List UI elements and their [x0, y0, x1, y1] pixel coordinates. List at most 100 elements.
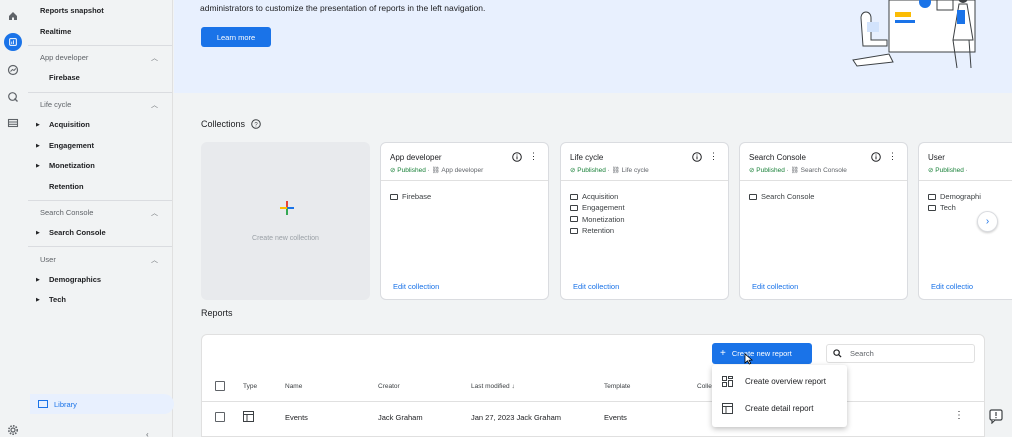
collection-card-app-developer[interactable]: App developer ⋮ ⊘ Published · ⛓ App deve… — [380, 142, 549, 300]
expand-arrow-icon[interactable]: ▶ — [36, 143, 40, 149]
collection-card-search-console[interactable]: Search Console ⋮ ⊘ Published · ⛓ Search … — [739, 142, 908, 300]
nav-item-monetization[interactable]: Monetization — [49, 161, 95, 170]
chevron-up-icon[interactable]: ︿ — [151, 208, 158, 218]
info-icon[interactable] — [871, 152, 881, 162]
folder-item: Retention — [570, 225, 625, 236]
menu-item-create-overview-report[interactable]: Create overview report — [712, 368, 847, 395]
collection-status: ⊘ Published · ⛓ Search Console — [749, 167, 847, 174]
folder-icon — [928, 204, 936, 211]
edit-collection-link[interactable]: Edit collectio — [931, 282, 973, 291]
advertising-icon[interactable] — [6, 90, 20, 104]
expand-arrow-icon[interactable]: ▶ — [36, 122, 40, 128]
row-divider — [202, 401, 984, 402]
folder-icon — [570, 204, 578, 211]
collection-title: Search Console — [749, 153, 806, 162]
nav-library-label: Library — [54, 399, 77, 409]
settings-gear-icon[interactable] — [6, 423, 20, 437]
folder-list: Search Console — [749, 191, 814, 202]
collection-status: ⊘ Published · ⛓ App developer — [390, 167, 484, 174]
report-name[interactable]: Events — [285, 413, 308, 422]
nav-realtime[interactable]: Realtime — [40, 27, 71, 36]
nav-section-app-developer[interactable]: App developer — [40, 53, 88, 62]
nav-section-search-console[interactable]: Search Console — [40, 208, 93, 217]
collection-status: ⊘ Published · ⛓ Life cycle — [570, 167, 649, 174]
select-all-checkbox[interactable] — [215, 381, 225, 391]
collections-heading: Collections ? — [201, 119, 261, 129]
folder-icon — [928, 193, 936, 200]
nav-divider — [28, 200, 172, 201]
collection-title: User — [928, 153, 945, 162]
learn-more-button[interactable]: Learn more — [201, 27, 271, 47]
nav-divider — [28, 92, 172, 93]
folder-item: Tech — [928, 202, 981, 213]
nav-divider — [28, 45, 172, 46]
info-icon[interactable] — [512, 152, 522, 162]
collection-platform: Life cycle — [621, 167, 649, 174]
edit-collection-link[interactable]: Edit collection — [573, 282, 619, 291]
collection-card-life-cycle[interactable]: Life cycle ⋮ ⊘ Published · ⛓ Life cycle … — [560, 142, 729, 300]
folder-label: Tech — [940, 203, 956, 213]
menu-item-create-detail-report[interactable]: Create detail report — [712, 395, 847, 422]
nav-divider — [28, 246, 172, 247]
nav-section-life-cycle[interactable]: Life cycle — [40, 100, 71, 109]
column-header-name[interactable]: Name — [285, 383, 302, 390]
expand-arrow-icon[interactable]: ▶ — [36, 230, 40, 236]
status-published: Published — [577, 167, 606, 174]
configure-icon[interactable] — [6, 116, 20, 130]
banner-illustration — [852, 0, 976, 69]
folder-item: Demographi — [928, 191, 981, 202]
arrow-down-icon: ↓ — [511, 383, 515, 390]
edit-collection-link[interactable]: Edit collection — [752, 282, 798, 291]
nav-item-retention[interactable]: Retention — [49, 182, 84, 191]
plus-icon — [280, 201, 294, 215]
row-checkbox[interactable] — [215, 412, 225, 422]
create-report-menu: Create overview report Create detail rep… — [712, 365, 847, 427]
feedback-icon[interactable] — [988, 408, 1004, 424]
collapse-nav-icon[interactable]: ‹ — [146, 430, 149, 437]
expand-arrow-icon[interactable]: ▶ — [36, 163, 40, 169]
chevron-up-icon[interactable]: ︿ — [151, 53, 158, 63]
last-modified-label: Last modified — [471, 383, 510, 390]
chevron-right-icon[interactable]: › — [977, 211, 998, 232]
column-header-type[interactable]: Type — [243, 383, 257, 390]
chevron-up-icon[interactable]: ︿ — [151, 255, 158, 265]
create-new-collection-card[interactable]: Create new collection — [201, 142, 370, 300]
more-vert-icon[interactable]: ⋮ — [888, 151, 897, 162]
reports-icon[interactable] — [4, 33, 22, 51]
explore-icon[interactable] — [6, 63, 20, 77]
create-new-report-button[interactable]: + Create new report — [712, 343, 812, 364]
nav-item-tech[interactable]: Tech — [49, 295, 66, 304]
nav-item-demographics[interactable]: Demographics — [49, 275, 101, 284]
column-header-template[interactable]: Template — [604, 383, 630, 390]
search-input[interactable]: Search — [826, 344, 975, 363]
nav-reports-snapshot[interactable]: Reports snapshot — [40, 6, 104, 15]
nav-item-search-console[interactable]: Search Console — [49, 228, 106, 237]
nav-item-firebase[interactable]: Firebase — [49, 73, 80, 82]
card-divider — [740, 180, 907, 181]
chevron-up-icon[interactable]: ︿ — [151, 100, 158, 110]
nav-section-user[interactable]: User — [40, 255, 56, 264]
expand-arrow-icon[interactable]: ▶ — [36, 297, 40, 303]
column-header-collection[interactable]: Colle — [697, 383, 712, 390]
status-published: Published — [935, 167, 964, 174]
edit-collection-link[interactable]: Edit collection — [393, 282, 439, 291]
create-new-collection-label: Create new collection — [252, 235, 319, 242]
expand-arrow-icon[interactable]: ▶ — [36, 277, 40, 283]
collections-title: Collections — [201, 119, 246, 129]
report-template: Events — [604, 413, 627, 422]
collection-status: ⊘ Published · — [928, 167, 968, 174]
folder-item: Monetization — [570, 214, 625, 225]
nav-library[interactable]: Library — [30, 394, 174, 414]
more-vert-icon[interactable]: ⋮ — [529, 151, 538, 162]
column-header-last-modified[interactable]: Last modified ↓ — [471, 383, 515, 390]
nav-item-engagement[interactable]: Engagement — [49, 141, 94, 150]
menu-item-label: Create detail report — [745, 404, 814, 413]
plus-icon: + — [720, 348, 726, 359]
more-vert-icon[interactable]: ⋮ — [954, 410, 964, 421]
nav-item-acquisition[interactable]: Acquisition — [49, 120, 90, 129]
info-icon[interactable] — [692, 152, 702, 162]
home-icon[interactable] — [6, 9, 20, 23]
help-icon[interactable]: ? — [251, 119, 261, 129]
more-vert-icon[interactable]: ⋮ — [709, 151, 718, 162]
column-header-creator[interactable]: Creator — [378, 383, 400, 390]
